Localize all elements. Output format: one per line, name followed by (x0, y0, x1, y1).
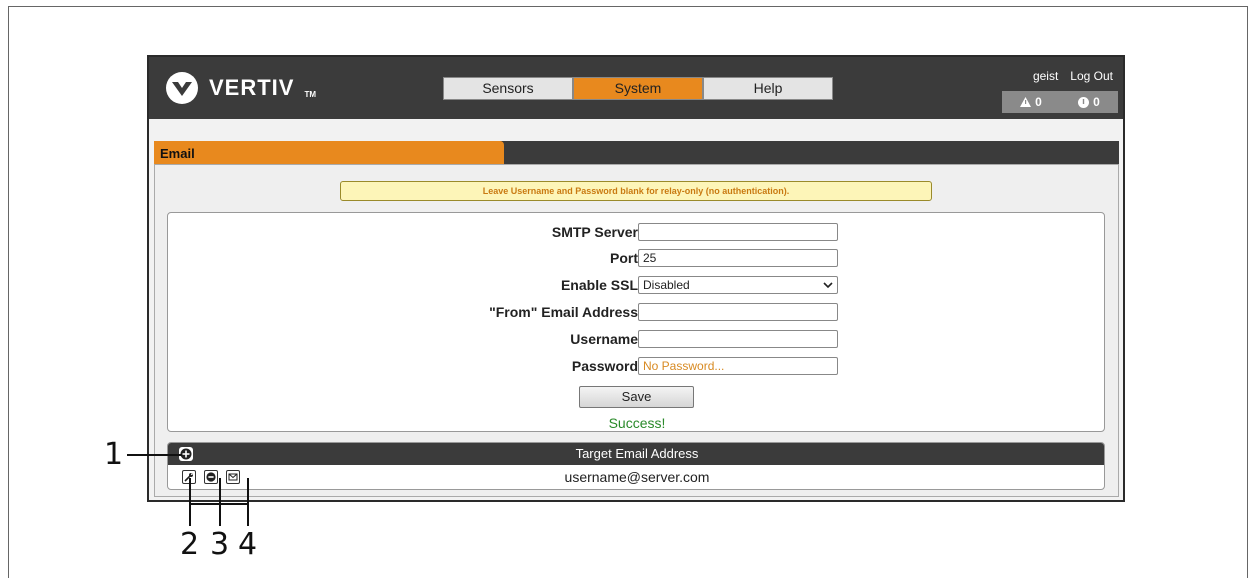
enable-ssl-select[interactable]: Disabled (638, 276, 838, 294)
top-header: VERTIV TM Sensors System Help geist Log … (149, 57, 1123, 119)
main-nav: Sensors System Help (443, 77, 833, 100)
from-address-input[interactable] (638, 303, 838, 321)
user-links: geist Log Out (1033, 69, 1113, 83)
callout-3: 3 (210, 527, 230, 562)
callout-2: 2 (180, 527, 200, 562)
smtp-server-input[interactable] (638, 223, 838, 241)
username-link[interactable]: geist (1033, 69, 1058, 83)
password-input[interactable]: No Password... (638, 357, 838, 375)
tab-help[interactable]: Help (703, 77, 833, 100)
save-button[interactable]: Save (579, 386, 694, 408)
callout-connector-line (189, 503, 249, 505)
target-email-header: Target Email Address (168, 443, 1104, 465)
logout-link[interactable]: Log Out (1070, 69, 1113, 83)
tab-email[interactable]: Email (154, 141, 504, 164)
target-email-table: Target Email Address username@server.com (167, 442, 1105, 490)
password-label: Password (571, 358, 638, 374)
username-input[interactable] (638, 330, 838, 348)
row-from-address: "From" Email Address (168, 302, 1106, 322)
tab-system[interactable]: System (573, 77, 703, 100)
email-panel: Leave Username and Password blank for re… (154, 164, 1119, 497)
error-count[interactable]: 0 (1078, 95, 1100, 109)
chevron-down-icon (823, 282, 833, 289)
main-content: Email Leave Username and Password blank … (154, 141, 1119, 497)
alert-circle-icon (1078, 96, 1090, 108)
vertiv-logo: VERTIV TM (165, 71, 316, 105)
error-count-value: 0 (1093, 95, 1100, 109)
callout-4: 4 (238, 527, 258, 562)
row-port: Port 25 (168, 248, 1106, 268)
app-window: VERTIV TM Sensors System Help geist Log … (147, 55, 1125, 502)
email-settings-form: SMTP Server Port 25 Enable SSL Disabled (167, 212, 1105, 432)
port-label: Port (610, 250, 638, 266)
brand-tm: TM (304, 89, 317, 99)
success-message: Success! (608, 415, 666, 431)
row-username: Username (168, 329, 1106, 349)
smtp-server-label: SMTP Server (551, 224, 638, 240)
callout-2-line (189, 478, 191, 526)
vertiv-logo-icon (166, 72, 198, 104)
brand-name: VERTIV (209, 75, 295, 100)
row-enable-ssl: Enable SSL Disabled (168, 275, 1106, 295)
enable-ssl-label: Enable SSL (560, 277, 638, 293)
relay-notice: Leave Username and Password blank for re… (340, 181, 932, 201)
port-input[interactable]: 25 (638, 249, 838, 267)
from-address-label: "From" Email Address (489, 304, 638, 320)
row-password: Password No Password... (168, 356, 1106, 376)
row-smtp-server: SMTP Server (168, 222, 1106, 242)
target-email-header-label: Target Email Address (575, 446, 699, 461)
table-row: username@server.com (168, 465, 1104, 489)
callout-3-line (219, 478, 221, 526)
callout-1-line (127, 454, 182, 456)
warning-triangle-icon (1020, 97, 1032, 107)
warning-count-value: 0 (1035, 95, 1042, 109)
enable-ssl-value: Disabled (643, 278, 690, 292)
username-label: Username (570, 331, 638, 347)
section-tab-strip: Email (154, 141, 1119, 164)
tab-sensors[interactable]: Sensors (443, 77, 573, 100)
callout-1: 1 (104, 437, 124, 472)
alert-counts: 0 0 (1002, 91, 1118, 113)
warning-count[interactable]: 0 (1020, 95, 1042, 109)
callout-4-line (247, 478, 249, 526)
target-email-value: username@server.com (564, 469, 710, 485)
